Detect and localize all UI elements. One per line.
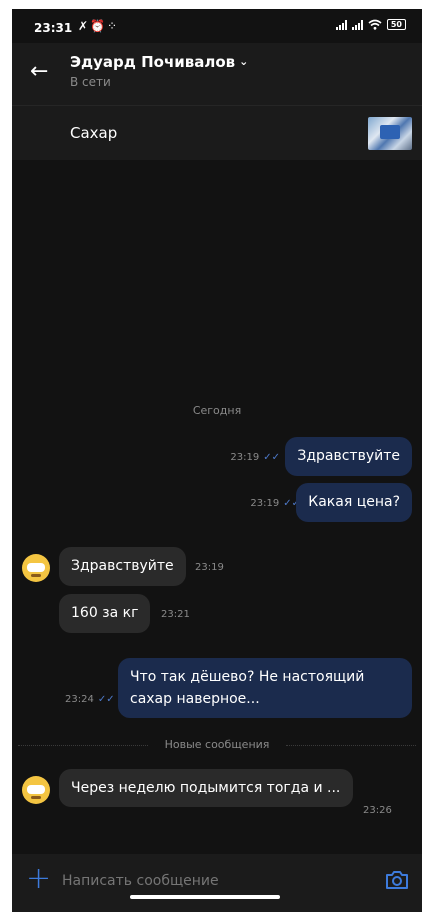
- plus-icon[interactable]: +: [26, 864, 51, 894]
- outgoing-message[interactable]: Что так дёшево? Не настоящий сахар навер…: [118, 658, 412, 718]
- system-icons: 50: [335, 19, 406, 30]
- no-disturb-icon: ✗: [78, 19, 91, 33]
- chevron-down-icon: ⌄: [239, 55, 249, 68]
- alarm-icon: ⏰: [90, 19, 108, 33]
- contact-status: В сети: [70, 75, 111, 89]
- notification-icons: ✗⏰⁘: [78, 19, 119, 33]
- chat-header: ← Эдуард Почивалов ⌄ В сети: [12, 43, 422, 105]
- battery-icon: 50: [386, 19, 406, 30]
- incoming-message[interactable]: 160 за кг: [59, 594, 151, 633]
- message-time: 23:24 ✓✓: [65, 694, 115, 705]
- wifi-icon: [368, 19, 382, 30]
- app-icon: ⁘: [107, 19, 120, 33]
- camera-icon[interactable]: [384, 869, 410, 891]
- product-title: Сахар: [70, 124, 118, 142]
- message-input[interactable]: [62, 873, 362, 889]
- message-time: 23:21: [161, 609, 190, 620]
- double-check-icon: ✓✓: [263, 452, 280, 463]
- contact-name-button[interactable]: Эдуард Почивалов ⌄: [70, 53, 248, 71]
- message-time: 23:19: [195, 562, 224, 573]
- message-composer: +: [12, 854, 422, 912]
- date-separator: Сегодня: [192, 404, 242, 417]
- incoming-message[interactable]: Через неделю подымится тогда и ...: [59, 769, 353, 807]
- double-check-icon: ✓✓: [97, 694, 115, 705]
- product-thumbnail: [368, 117, 412, 150]
- contact-avatar[interactable]: [22, 776, 50, 804]
- message-time: 23:26: [363, 805, 392, 816]
- signal-icon-2: [351, 19, 363, 30]
- product-card[interactable]: Сахар: [12, 105, 422, 160]
- back-arrow-icon[interactable]: ←: [30, 60, 48, 84]
- status-time: 23:31: [34, 21, 73, 35]
- message-time: 23:19 ✓✓: [230, 452, 280, 463]
- message-time: 23:19 ✓✓: [250, 498, 300, 509]
- outgoing-message[interactable]: Здравствуйте: [285, 437, 412, 476]
- contact-name: Эдуард Почивалов: [70, 53, 236, 71]
- status-bar: 23:31 ✗⏰⁘ 50: [12, 9, 422, 43]
- contact-avatar[interactable]: [22, 554, 50, 582]
- signal-icon-1: [335, 19, 347, 30]
- divider-line: [286, 745, 416, 746]
- phone-screen: 23:31 ✗⏰⁘ 50 ← Эдуард Почивалов ⌄ В сети …: [12, 9, 422, 912]
- incoming-message[interactable]: Здравствуйте: [59, 547, 186, 586]
- new-messages-divider: Новые сообщения: [12, 737, 422, 753]
- home-indicator[interactable]: [130, 895, 280, 899]
- outgoing-message[interactable]: Какая цена?: [296, 483, 412, 522]
